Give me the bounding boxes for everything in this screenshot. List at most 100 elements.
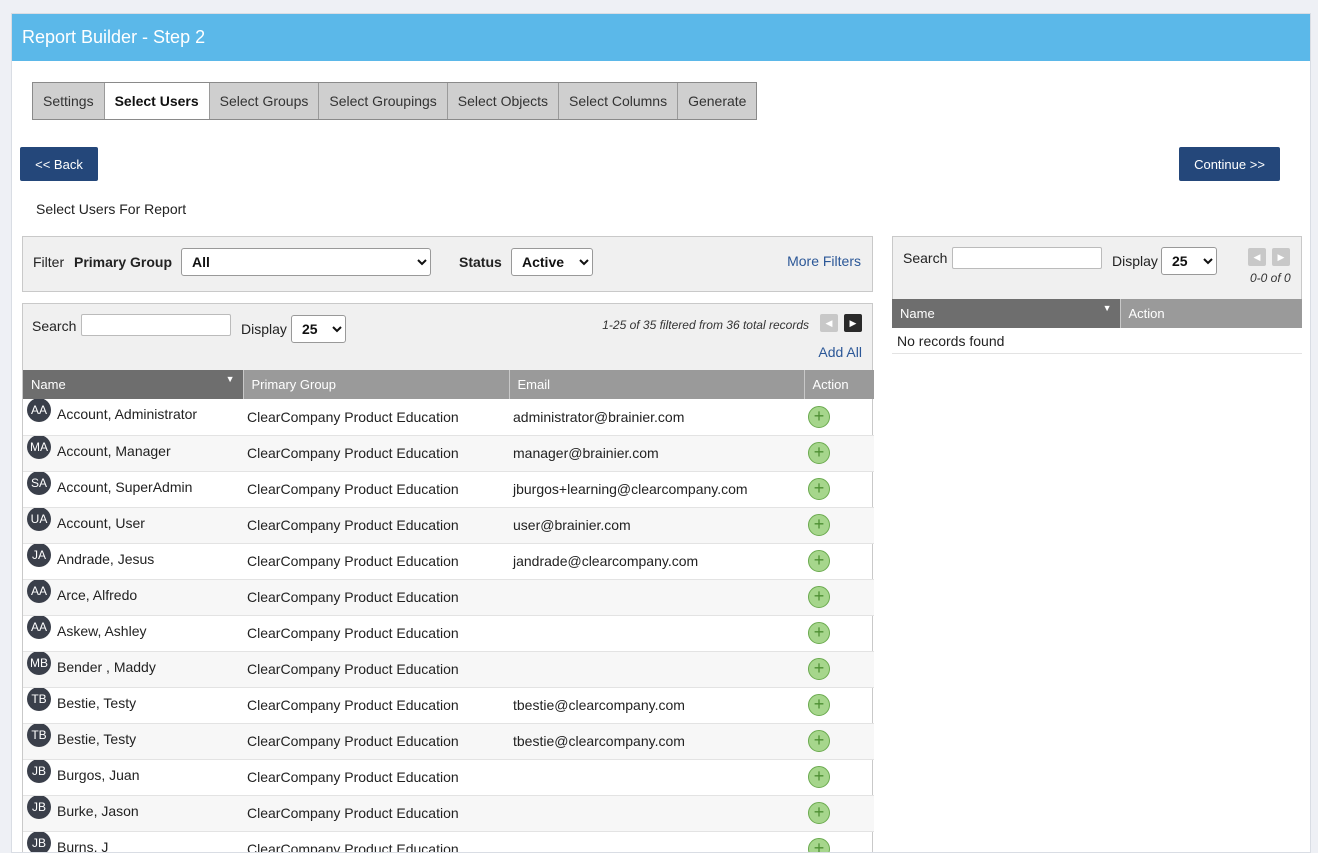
- cell-email: [509, 579, 804, 616]
- add-user-icon[interactable]: +: [808, 586, 830, 608]
- user-name: Bestie, Testy: [57, 694, 137, 711]
- cell-primary-group: ClearCompany Product Education: [243, 471, 509, 508]
- cell-name: JB Burgos, Juan: [23, 759, 243, 796]
- user-name: Burns, J: [57, 838, 109, 853]
- cell-primary-group: ClearCompany Product Education: [243, 507, 509, 544]
- add-user-icon[interactable]: +: [808, 622, 830, 644]
- avatar: JB: [27, 795, 51, 819]
- avatar: JA: [27, 543, 51, 567]
- users-list: Search Display 25 1-25 of 35 filtered fr…: [22, 303, 874, 853]
- add-user-icon[interactable]: +: [808, 694, 830, 716]
- add-user-icon[interactable]: +: [808, 550, 830, 572]
- selected-prev-page-icon[interactable]: ◀: [1248, 248, 1266, 266]
- cell-email: [509, 651, 804, 688]
- more-filters-link[interactable]: More Filters: [787, 253, 861, 269]
- page-title: Report Builder - Step 2: [12, 14, 1310, 61]
- cell-action: +: [804, 507, 874, 544]
- add-user-icon[interactable]: +: [808, 478, 830, 500]
- selected-display-select[interactable]: 25: [1161, 247, 1217, 275]
- add-user-icon[interactable]: +: [808, 838, 830, 852]
- avatar: MB: [27, 651, 51, 675]
- table-row: AA Arce, Alfredo ClearCompany Product Educ…: [23, 579, 874, 616]
- cell-primary-group: ClearCompany Product Education: [243, 579, 509, 616]
- tab-select-groupings[interactable]: Select Groupings: [319, 83, 448, 119]
- filter-bar: Filter Primary Group All Status Active M…: [22, 236, 873, 292]
- user-name: Burke, Jason: [57, 802, 139, 819]
- tab-select-groups[interactable]: Select Groups: [210, 83, 320, 119]
- avatar: MA: [27, 435, 51, 459]
- cell-action: +: [804, 723, 874, 760]
- add-user-icon[interactable]: +: [808, 514, 830, 536]
- cell-name: JA Andrade, Jesus: [23, 543, 243, 580]
- table-row: SA Account, SuperAdmin ClearCompany Produc…: [23, 471, 874, 508]
- table-row: TB Bestie, Testy ClearCompany Product Educ…: [23, 723, 874, 760]
- cell-name: TB Bestie, Testy: [23, 687, 243, 724]
- column-header-primary-group[interactable]: Primary Group: [243, 370, 510, 399]
- tab-settings[interactable]: Settings: [33, 83, 105, 119]
- primary-group-select[interactable]: All: [181, 248, 431, 276]
- status-select[interactable]: Active: [511, 248, 593, 276]
- user-name: Bestie, Testy: [57, 730, 137, 747]
- tab-select-columns[interactable]: Select Columns: [559, 83, 679, 119]
- add-user-icon[interactable]: +: [808, 442, 830, 464]
- cell-email: user@brainier.com: [509, 507, 804, 544]
- user-name: Burgos, Juan: [57, 766, 140, 783]
- add-user-icon[interactable]: +: [808, 766, 830, 788]
- selected-search-label: Search: [903, 250, 948, 266]
- column-header-email[interactable]: Email: [509, 370, 805, 399]
- selected-users-table: Name ▼ Action: [892, 299, 1302, 328]
- continue-button[interactable]: Continue >>: [1179, 147, 1280, 181]
- user-name: Arce, Alfredo: [57, 586, 138, 603]
- status-label: Status: [459, 254, 502, 270]
- cell-action: +: [804, 687, 874, 724]
- column-header-name[interactable]: Name ▼: [23, 370, 244, 399]
- cell-name: JB Burke, Jason: [23, 795, 243, 832]
- search-input[interactable]: [81, 314, 231, 336]
- step-tabs: Settings Select Users Select Groups Sele…: [32, 82, 758, 120]
- selected-next-page-icon[interactable]: ▶: [1272, 248, 1290, 266]
- cell-email: [509, 831, 804, 852]
- table-row: JB Burns, J ClearCompany Product Education…: [23, 831, 874, 853]
- prev-page-icon[interactable]: ◀: [820, 314, 838, 332]
- cell-primary-group: ClearCompany Product Education: [243, 795, 509, 832]
- cell-action: +: [804, 579, 874, 616]
- avatar: JB: [27, 759, 51, 783]
- cell-email: [509, 795, 804, 832]
- table-row: JB Burgos, Juan ClearCompany Product Educa…: [23, 759, 874, 796]
- user-name: Andrade, Jesus: [57, 550, 155, 567]
- cell-name: UA Account, User: [23, 507, 243, 544]
- selected-column-header-action: Action: [1120, 299, 1302, 328]
- cell-action: +: [804, 435, 874, 472]
- add-user-icon[interactable]: +: [808, 405, 830, 428]
- add-user-icon[interactable]: +: [808, 802, 830, 824]
- cell-primary-group: ClearCompany Product Education: [243, 723, 509, 760]
- avatar: AA: [27, 399, 51, 423]
- display-label: Display: [241, 321, 287, 337]
- cell-action: +: [804, 615, 874, 652]
- add-all-link[interactable]: Add All: [818, 344, 862, 360]
- table-row: MA Account, Manager ClearCompany Product E…: [23, 435, 874, 472]
- records-info: 1-25 of 35 filtered from 36 total record…: [602, 318, 809, 332]
- tab-generate[interactable]: Generate: [678, 83, 756, 119]
- tab-select-objects[interactable]: Select Objects: [448, 83, 560, 119]
- cell-primary-group: ClearCompany Product Education: [243, 687, 509, 724]
- cell-action: +: [804, 831, 874, 852]
- selected-column-header-name[interactable]: Name ▼: [892, 299, 1121, 328]
- selected-search-input[interactable]: [952, 247, 1102, 269]
- next-page-icon[interactable]: ▶: [844, 314, 862, 332]
- tab-select-users[interactable]: Select Users: [104, 83, 210, 119]
- cell-action: +: [804, 543, 874, 580]
- table-row: AA Account, Administrator ClearCompany Pro…: [23, 399, 874, 436]
- add-user-icon[interactable]: +: [808, 730, 830, 752]
- cell-email: jburgos+learning@clearcompany.com: [509, 471, 804, 508]
- cell-primary-group: ClearCompany Product Education: [243, 435, 509, 472]
- cell-primary-group: ClearCompany Product Education: [243, 651, 509, 688]
- cell-name: JB Burns, J: [23, 831, 243, 853]
- no-records-message: No records found: [892, 328, 1302, 354]
- add-user-icon[interactable]: +: [808, 658, 830, 680]
- back-button[interactable]: << Back: [20, 147, 98, 181]
- avatar: TB: [27, 687, 51, 711]
- table-row: UA Account, User ClearCompany Product Educ…: [23, 507, 874, 544]
- display-select[interactable]: 25: [291, 315, 346, 343]
- column-header-action: Action: [804, 370, 874, 399]
